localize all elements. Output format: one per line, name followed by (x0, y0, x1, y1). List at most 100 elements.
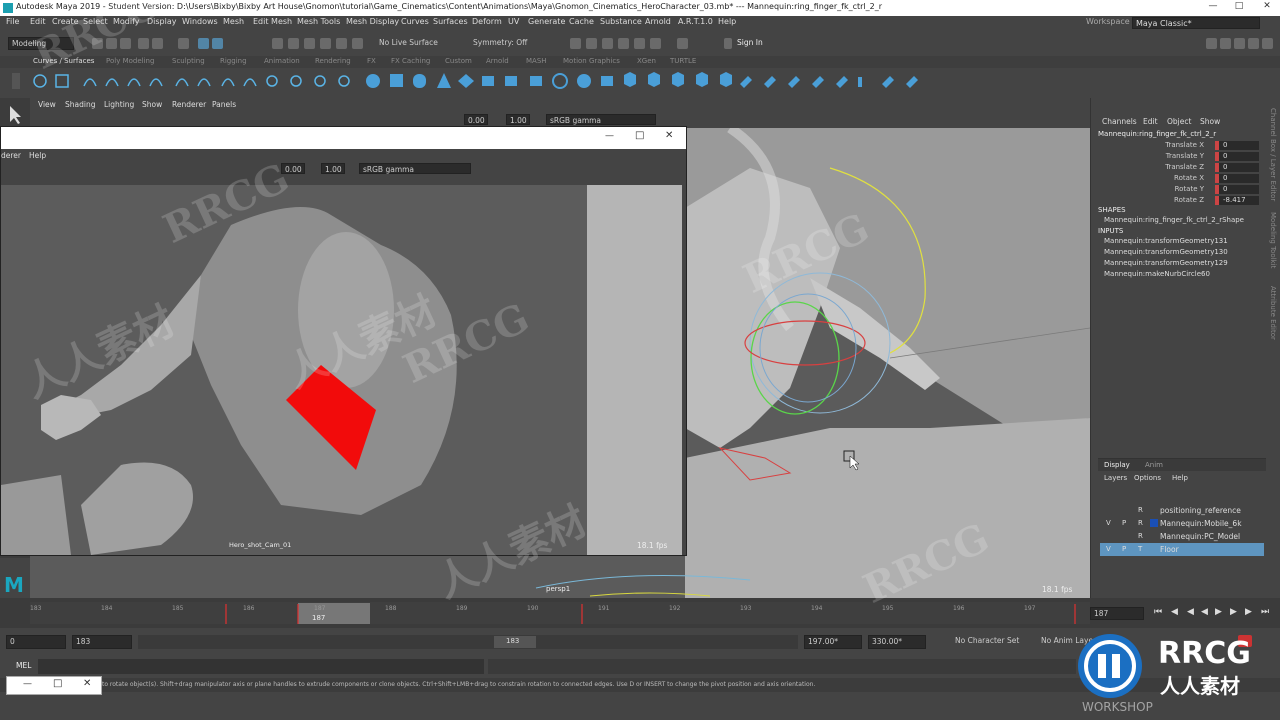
render-frame-icon[interactable] (586, 38, 597, 49)
mini-restore-icon[interactable]: □ (53, 678, 62, 689)
channel-translate-z[interactable]: Translate Z0 (1094, 163, 1264, 173)
animation-start-field[interactable]: 0 (6, 635, 66, 649)
make-live-icon[interactable] (352, 38, 363, 49)
menu-uv[interactable]: UV (508, 17, 519, 26)
pause-icon[interactable] (677, 38, 688, 49)
menu-deform[interactable]: Deform (472, 17, 502, 26)
play-backward-icon[interactable]: ◀ (1201, 607, 1208, 617)
select-tool-icon[interactable] (0, 98, 30, 128)
menu-mesh-display[interactable]: Mesh Display (346, 17, 399, 26)
undo-icon[interactable] (138, 38, 149, 49)
go-to-start-icon[interactable]: ⏮ (1154, 607, 1162, 617)
step-back-frame-icon[interactable]: ◀ (1187, 607, 1194, 617)
shelf-tab-mash[interactable]: MASH (526, 57, 547, 65)
shelf-tab-fx[interactable]: FX (367, 57, 376, 65)
layer-menu-help[interactable]: Help (1172, 474, 1188, 482)
hypershade-icon[interactable] (634, 38, 645, 49)
channel-rotate-x[interactable]: Rotate X0 (1094, 174, 1264, 184)
channel-translate-x[interactable]: Translate X0 (1094, 141, 1264, 151)
menu-substance[interactable]: Substance (600, 17, 642, 26)
layer-menu-options[interactable]: Options (1134, 474, 1161, 482)
step-back-key-icon[interactable]: ◀ (1171, 607, 1178, 617)
window-minimize-button[interactable]: — (605, 131, 614, 141)
menu-mesh-tools[interactable]: Mesh Tools (297, 17, 340, 26)
symmetry-dropdown[interactable]: Symmetry: Off (470, 37, 550, 50)
menu-cache[interactable]: Cache (569, 17, 594, 26)
shape-node-name[interactable]: Mannequin:ring_finger_fk_ctrl_2_rShape (1104, 216, 1244, 224)
command-language-label[interactable]: MEL (16, 661, 31, 670)
range-slider-track[interactable]: 183 (138, 635, 798, 649)
menu-file[interactable]: File (6, 17, 19, 26)
shelf-tab-turtle[interactable]: TURTLE (670, 57, 696, 65)
menu-arnold[interactable]: Arnold (645, 17, 671, 26)
shelf-tab-sculpting[interactable]: Sculpting (172, 57, 205, 65)
mini-close-icon[interactable]: ✕ (83, 678, 91, 689)
menu-help[interactable]: Help (718, 17, 736, 26)
snap-view-icon[interactable] (320, 38, 331, 49)
step-forward-key-icon[interactable]: ▶ (1245, 607, 1252, 617)
layer-row-pc-model[interactable]: R Mannequin:PC_Model (1100, 530, 1264, 543)
panel-menu-show[interactable]: Show (142, 100, 162, 109)
side-tab-attribute-editor[interactable]: Attribute Editor (1269, 286, 1277, 340)
snap-surface-icon[interactable] (336, 38, 347, 49)
colorspace-dropdown[interactable]: sRGB gamma (546, 114, 656, 125)
snap-grid-icon[interactable] (272, 38, 283, 49)
menu-edit[interactable]: Edit (30, 17, 46, 26)
channel-menu-edit[interactable]: Edit (1143, 117, 1158, 126)
minimize-button[interactable]: — (1204, 1, 1222, 15)
panel-menu-lighting[interactable]: Lighting (104, 100, 134, 109)
channel-rotate-z[interactable]: Rotate Z -8.417 (1094, 196, 1264, 206)
close-button[interactable]: ✕ (1258, 1, 1276, 15)
layer-tab-display[interactable]: Display (1104, 461, 1130, 469)
panel-menu-shading[interactable]: Shading (65, 100, 95, 109)
panel-menu-panels[interactable]: Panels (212, 100, 236, 109)
input-node-4[interactable]: Mannequin:makeNurbCircle60 (1104, 270, 1210, 278)
channel-box-object-name[interactable]: Mannequin:ring_finger_fk_ctrl_2_r (1098, 130, 1216, 138)
gamma-field[interactable]: 1.00 (506, 114, 530, 125)
play-forward-icon[interactable]: ▶ (1215, 607, 1222, 617)
shelf-tab-rendering[interactable]: Rendering (315, 57, 351, 65)
layer-row-mobile-6k[interactable]: V P R Mannequin:Mobile_6k (1100, 517, 1264, 530)
render-settings-icon[interactable] (618, 38, 629, 49)
float-menu-help[interactable]: Help (29, 151, 46, 160)
maximize-button[interactable]: □ (1230, 1, 1248, 15)
float-gamma-field[interactable]: 1.00 (321, 163, 345, 174)
channel-translate-y[interactable]: Translate Y0 (1094, 152, 1264, 162)
shelf-settings-icon[interactable] (12, 73, 20, 89)
select-component-icon[interactable] (212, 38, 223, 49)
channel-menu-channels[interactable]: Channels (1102, 117, 1137, 126)
minimized-window-bar[interactable]: — □ ✕ (6, 676, 102, 695)
layer-row-positioning-reference[interactable]: R positioning_reference (1100, 504, 1264, 517)
shelf-tab-custom[interactable]: Custom (445, 57, 472, 65)
shelf-tab-poly-modeling[interactable]: Poly Modeling (106, 57, 154, 65)
menu-edit-mesh[interactable]: Edit Mesh (253, 17, 292, 26)
window-close-button[interactable]: ✕ (665, 130, 673, 141)
character-set-dropdown[interactable]: No Character Set (952, 635, 1032, 649)
select-object-icon[interactable] (198, 38, 209, 49)
panel-menu-view[interactable]: View (38, 100, 56, 109)
shelf-tab-animation[interactable]: Animation (264, 57, 300, 65)
shelf-tab-motion-graphics[interactable]: Motion Graphics (563, 57, 620, 65)
shelf-tab-rigging[interactable]: Rigging (220, 57, 247, 65)
panel-menu-renderer[interactable]: Renderer (172, 100, 206, 109)
redo-icon[interactable] (152, 38, 163, 49)
layer-row-floor[interactable]: V P T Floor (1100, 543, 1264, 556)
menu-surfaces[interactable]: Surfaces (433, 17, 468, 26)
shelf-tab-fx-caching[interactable]: FX Caching (391, 57, 430, 65)
side-tab-channel-box[interactable]: Channel Box / Layer Editor (1269, 108, 1277, 201)
tool-settings-icon[interactable] (1234, 38, 1245, 49)
channel-rotate-y[interactable]: Rotate Y0 (1094, 185, 1264, 195)
animation-end-field[interactable]: 330.00* (868, 635, 926, 649)
menu-generate[interactable]: Generate (528, 17, 565, 26)
input-node-1[interactable]: Mannequin:transformGeometry131 (1104, 237, 1228, 245)
shelf-tab-xgen[interactable]: XGen (637, 57, 656, 65)
channel-box-icon[interactable] (1248, 38, 1259, 49)
modeling-toolkit-icon[interactable] (1206, 38, 1217, 49)
window-maximize-button[interactable]: □ (635, 130, 644, 141)
snap-point-icon[interactable] (304, 38, 315, 49)
shelf-tab-arnold[interactable]: Arnold (486, 57, 509, 65)
layer-color-swatch[interactable] (1150, 519, 1158, 527)
exposure-field[interactable]: 0.00 (464, 114, 488, 125)
menu-windows[interactable]: Windows (182, 17, 218, 26)
menu-mesh[interactable]: Mesh (223, 17, 244, 26)
